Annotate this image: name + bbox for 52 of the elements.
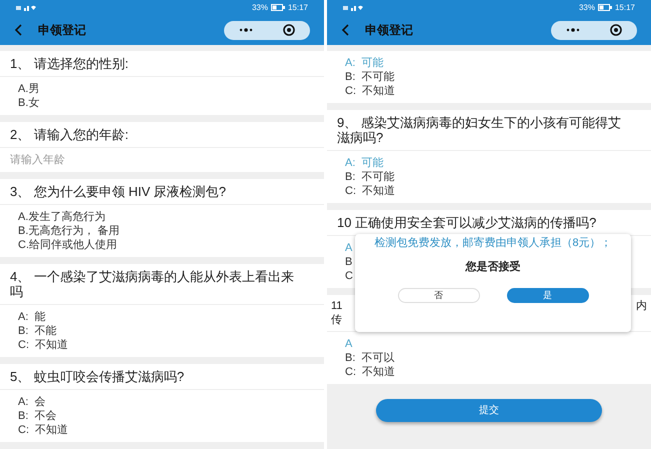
answer-option[interactable]: C: 不知道 (18, 338, 68, 352)
answer-option[interactable]: B (345, 255, 352, 269)
answer-option[interactable]: B: 不能 (18, 324, 57, 338)
answer-option[interactable]: B.无高危行为， 备用 (18, 224, 120, 238)
dialog-button[interactable]: 是 (506, 288, 588, 302)
question-title: 1、 请选择您的性别: (0, 51, 324, 77)
back-icon[interactable] (341, 24, 349, 36)
question-title: 2、 请输入您的年龄: (0, 122, 324, 148)
dialog-question: 您是否接受 (466, 260, 520, 275)
page-title: 申领登记 (365, 22, 413, 39)
battery-icon (598, 4, 612, 11)
capsule-menu[interactable] (551, 20, 637, 40)
close-circle-icon[interactable] (283, 24, 295, 36)
close-circle-icon[interactable] (610, 24, 622, 36)
answer-option[interactable]: A: 会 (18, 395, 46, 409)
answer-option[interactable]: A.发生了高危行为 (18, 210, 106, 224)
answer-option[interactable]: B: 不可能 (345, 70, 395, 84)
more-icon[interactable] (566, 28, 580, 32)
answer-option[interactable]: C.给同伴或他人使用 (18, 238, 117, 252)
more-icon[interactable] (239, 28, 253, 32)
dialog-message: 检测包免费发放，邮寄费由申领人承担（8元）； (373, 236, 613, 251)
answer-option[interactable]: B: 不会 (18, 409, 57, 423)
page-title: 申领登记 (38, 22, 86, 39)
answer-option[interactable]: C: 不知道 (345, 84, 396, 98)
question-title: 4、 一个感染了艾滋病病毒的人能从外表上看出来吗 (0, 264, 324, 305)
dialog-button[interactable]: 否 (398, 288, 480, 302)
answer-option[interactable]: B.女 (18, 96, 40, 110)
battery-icon (270, 4, 285, 11)
question-title-fragment: 传 (331, 313, 342, 327)
answer-option[interactable]: C: 不知道 (345, 365, 396, 379)
status-time: 15:17 (288, 4, 308, 12)
answer-option[interactable]: A.男 (18, 82, 40, 96)
battery-percent: 33% (578, 4, 595, 12)
back-icon[interactable] (14, 24, 22, 36)
answer-option[interactable]: C: 不知道 (345, 184, 396, 198)
answer-option[interactable]: B: 不可能 (345, 170, 395, 184)
signal-icon (16, 4, 36, 11)
age-input-field[interactable]: 请输入年龄 (0, 148, 324, 172)
battery-percent: 33% (252, 4, 268, 12)
submit-button[interactable]: 提交 (376, 399, 602, 422)
signal-icon (343, 4, 363, 11)
answer-option[interactable]: C (345, 269, 353, 283)
capsule-menu[interactable] (224, 20, 310, 40)
question-title: 3、 您为什么要申领 HIV 尿液检测包? (0, 179, 324, 205)
question-title: 9、 感染艾滋病病毒的妇女生下的小孩有可能得艾滋病吗? (327, 110, 651, 151)
answer-option[interactable]: A: 能 (18, 310, 46, 324)
answer-option[interactable]: B: 不可以 (345, 351, 395, 365)
question-title: 5、 蚊虫叮咬会传播艾滋病吗? (0, 364, 324, 390)
question-title-fragment: 11 (331, 299, 342, 313)
status-time: 15:17 (614, 4, 635, 12)
answer-option[interactable]: C: 不知道 (18, 423, 68, 437)
question-title-fragment: 内 (636, 299, 647, 313)
